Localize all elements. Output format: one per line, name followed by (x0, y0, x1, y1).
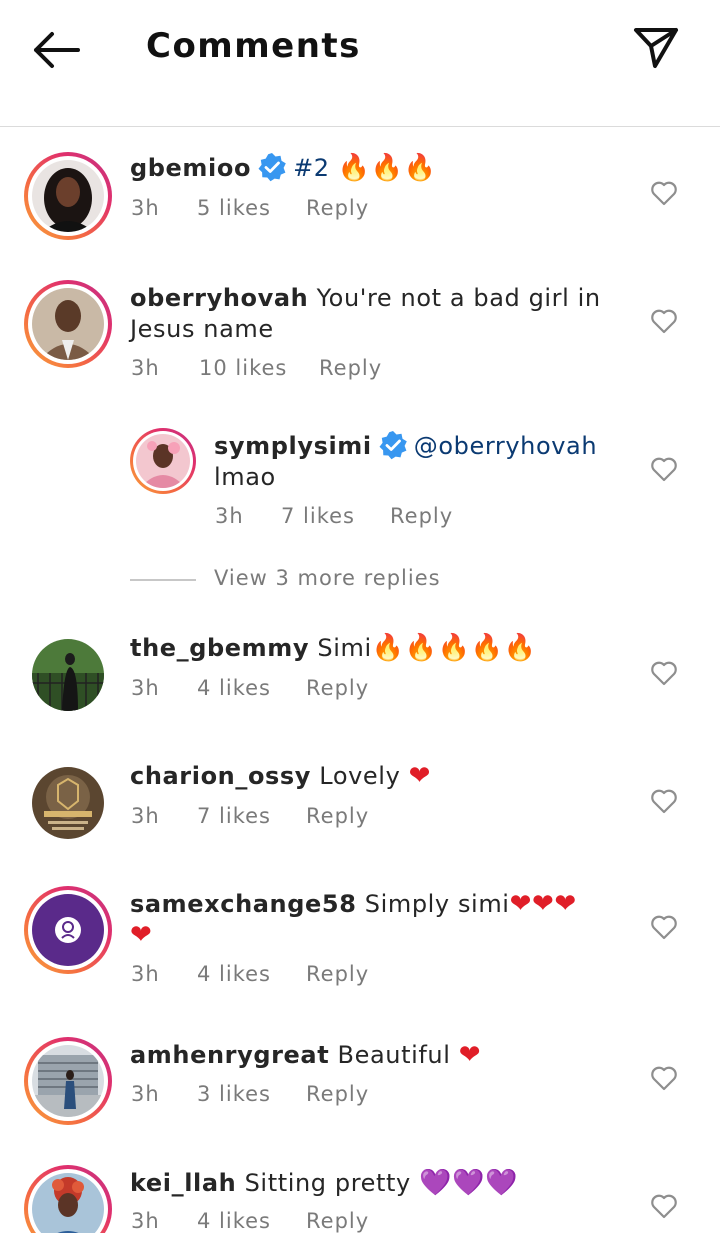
username[interactable]: symplysimi (214, 432, 372, 460)
timestamp: 3h (131, 1209, 160, 1233)
share-button[interactable] (630, 24, 682, 72)
comment-meta: 3h 4 likes Reply (131, 1209, 431, 1233)
arrow-left-icon (34, 32, 80, 68)
divider (130, 579, 196, 581)
fire-emoji-icon: 🔥🔥🔥🔥🔥 (371, 633, 537, 663)
timestamp: 3h (215, 504, 244, 528)
paper-plane-icon (634, 28, 678, 68)
reply-button[interactable]: Reply (390, 504, 453, 528)
comment-item: samexchange58 Simply simi❤❤❤ ❤ 3h 4 like… (0, 886, 720, 996)
comment-text: gbemioo #2 🔥🔥🔥 (130, 153, 437, 183)
heart-icon[interactable] (650, 308, 678, 334)
comments-screen: Comments gbemioo #2 🔥🔥🔥 3h 5 likes Reply… (0, 0, 720, 1233)
comment-meta: 3h 7 likes Reply (215, 504, 515, 534)
heart-icon[interactable] (650, 914, 678, 940)
comment-text: kei_llah Sitting pretty 💜💜💜 (130, 1168, 518, 1198)
timestamp: 3h (131, 356, 160, 380)
timestamp: 3h (131, 676, 160, 700)
comment-text: symplysimi @oberryhovah (214, 430, 597, 462)
heart-icon[interactable] (650, 456, 678, 482)
comment-text-line-2: Jesus name (130, 315, 274, 343)
comment-text: samexchange58 Simply simi❤❤❤ (130, 889, 577, 919)
username[interactable]: kei_llah (130, 1169, 236, 1197)
comment-text: oberryhovah You're not a bad girl in (130, 284, 601, 312)
view-more-replies-button[interactable]: View 3 more replies (130, 566, 530, 596)
username[interactable]: the_gbemmy (130, 634, 309, 662)
timestamp: 3h (131, 196, 160, 220)
header: Comments (0, 0, 720, 127)
page-title: Comments (146, 26, 361, 66)
comment-text-line-2: lmao (214, 463, 276, 491)
fire-emoji-icon: 🔥🔥🔥 (337, 153, 437, 183)
username[interactable]: samexchange58 (130, 890, 357, 918)
comment-item: gbemioo #2 🔥🔥🔥 3h 5 likes Reply (0, 150, 720, 250)
reply-button[interactable]: Reply (306, 804, 369, 828)
heart-icon[interactable] (650, 180, 678, 206)
comment-item: charion_ossy Lovely ❤ 3h 7 likes Reply (0, 758, 720, 848)
reply-button[interactable]: Reply (306, 1082, 369, 1106)
comment-item: the_gbemmy Simi🔥🔥🔥🔥🔥 3h 4 likes Reply (0, 630, 720, 720)
likes-count[interactable]: 4 likes (197, 1209, 271, 1233)
reply-button[interactable]: Reply (306, 676, 369, 700)
likes-count[interactable]: 3 likes (197, 1082, 271, 1106)
likes-count[interactable]: 10 likes (199, 356, 287, 380)
purple-heart-emoji-icon: 💜💜💜 (419, 1168, 518, 1198)
comment-meta: 3h 3 likes Reply (131, 1082, 431, 1112)
likes-count[interactable]: 4 likes (197, 676, 271, 700)
view-more-replies-label: View 3 more replies (214, 566, 441, 590)
red-heart-emoji-icon: ❤ (408, 761, 431, 791)
heart-icon[interactable] (650, 1193, 678, 1219)
avatar[interactable] (24, 152, 112, 240)
comment-meta: 3h 5 likes Reply (131, 196, 431, 226)
comment-item: kei_llah Sitting pretty 💜💜💜 3h 4 likes R… (0, 1165, 720, 1233)
comment-item: oberryhovah You're not a bad girl in Jes… (0, 280, 720, 390)
avatar[interactable] (32, 767, 104, 839)
mention-link[interactable]: @oberryhovah (414, 432, 597, 460)
reply-button[interactable]: Reply (306, 196, 369, 220)
likes-count[interactable]: 7 likes (197, 804, 271, 828)
comment-text: the_gbemmy Simi🔥🔥🔥🔥🔥 (130, 633, 537, 663)
timestamp: 3h (131, 962, 160, 986)
comment-meta: 3h 4 likes Reply (131, 962, 431, 992)
timestamp: 3h (131, 804, 160, 828)
red-heart-emoji-icon: ❤❤❤ (509, 889, 577, 919)
comment-text: amhenrygreat Beautiful ❤ (130, 1040, 482, 1070)
likes-count[interactable]: 4 likes (197, 962, 271, 986)
avatar[interactable] (32, 639, 104, 711)
avatar[interactable] (24, 1037, 112, 1125)
comment-text: charion_ossy Lovely ❤ (130, 761, 431, 791)
heart-icon[interactable] (650, 788, 678, 814)
avatar[interactable] (24, 886, 112, 974)
comment-item: amhenrygreat Beautiful ❤ 3h 3 likes Repl… (0, 1037, 720, 1127)
comment-meta: 3h 4 likes Reply (131, 676, 431, 706)
likes-count[interactable]: 5 likes (197, 196, 271, 220)
comment-meta: 3h 7 likes Reply (131, 804, 431, 834)
avatar[interactable] (24, 280, 112, 368)
reply-button[interactable]: Reply (306, 1209, 369, 1233)
reply-button[interactable]: Reply (319, 356, 382, 380)
username[interactable]: charion_ossy (130, 762, 311, 790)
verified-badge-icon (258, 153, 286, 182)
likes-count[interactable]: 7 likes (281, 504, 355, 528)
comment-text-line-2: ❤ (130, 919, 152, 951)
heart-icon[interactable] (650, 660, 678, 686)
reply-button[interactable]: Reply (306, 962, 369, 986)
red-heart-emoji-icon: ❤ (130, 920, 153, 950)
avatar[interactable] (24, 1165, 112, 1233)
back-button[interactable] (30, 28, 82, 72)
username[interactable]: oberryhovah (130, 284, 308, 312)
timestamp: 3h (131, 1082, 160, 1106)
red-heart-emoji-icon: ❤ (458, 1040, 482, 1070)
heart-icon[interactable] (650, 1065, 678, 1091)
comment-meta: 3h 10 likes Reply (131, 356, 431, 386)
username[interactable]: gbemioo (130, 154, 251, 182)
reply-item: symplysimi @oberryhovah lmao 3h 7 likes R… (0, 428, 720, 538)
avatar[interactable] (130, 428, 196, 494)
verified-badge-icon (379, 431, 407, 460)
username[interactable]: amhenrygreat (130, 1041, 329, 1069)
